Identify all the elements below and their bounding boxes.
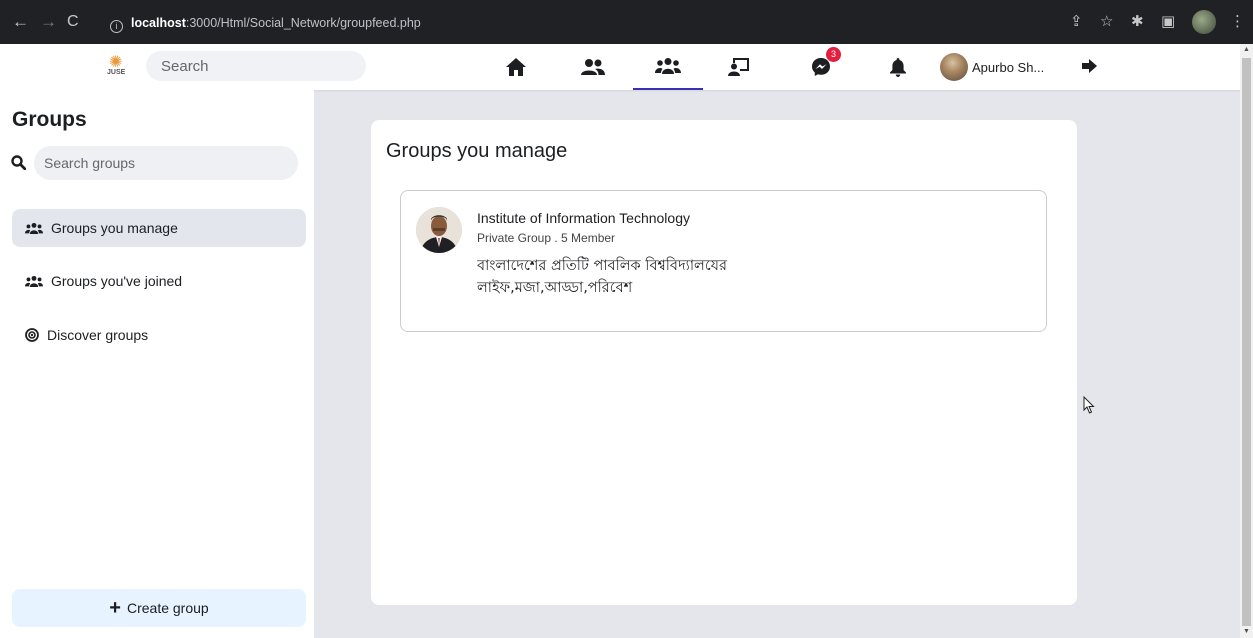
screen-share-icon	[728, 58, 749, 76]
extensions-icon[interactable]: ✱	[1131, 12, 1144, 30]
nav-watch[interactable]	[704, 44, 774, 90]
group-description: বাংলাদেশের প্রতিটি পাবলিক বিশ্ববিদ্যালযে…	[477, 258, 727, 296]
bookmark-star-icon[interactable]: ☆	[1100, 12, 1113, 30]
scrollbar-thumb[interactable]	[1242, 58, 1251, 626]
group-card[interactable]: Institute of Information Technology Priv…	[400, 190, 1047, 332]
create-group-label: Create group	[126, 600, 209, 616]
logo-text: JUSE	[107, 69, 126, 76]
sidebar-item-discover-groups[interactable]: Discover groups	[12, 316, 306, 354]
create-group-button[interactable]: + Create group	[12, 589, 306, 627]
group-meta: Private Group . 5 Member	[477, 231, 616, 245]
logout-icon	[1082, 59, 1097, 73]
page-scrollbar[interactable]: ▲ ▼	[1240, 44, 1253, 638]
url-host: localhost	[131, 16, 186, 30]
search-input[interactable]	[146, 51, 366, 81]
group-avatar	[416, 207, 462, 253]
scroll-up-icon[interactable]: ▲	[1243, 46, 1250, 53]
avatar	[940, 53, 968, 81]
notification-badge: 3	[826, 47, 841, 62]
plus-icon: +	[109, 597, 121, 619]
search-icon	[11, 155, 27, 175]
sidebar-title: Groups	[12, 108, 87, 131]
friends-icon	[581, 59, 605, 75]
sidebar-item-groups-you-manage[interactable]: Groups you manage	[12, 209, 306, 247]
nav-messenger[interactable]: 3	[786, 44, 856, 90]
nav-home[interactable]	[481, 44, 551, 90]
mouse-cursor-icon	[1083, 395, 1095, 419]
back-icon[interactable]: ←	[12, 13, 29, 31]
nav-notifications[interactable]	[863, 44, 933, 90]
address-bar[interactable]: i localhost:3000/Html/Social_Network/grou…	[96, 7, 1066, 39]
nav-groups[interactable]	[633, 44, 703, 90]
bell-icon	[890, 57, 906, 77]
app-topbar: ✺ JUSE 3 Apurbo Sh...	[0, 44, 1240, 90]
users-icon	[25, 222, 43, 234]
profile-name: Apurbo Sh...	[972, 59, 1045, 75]
groups-icon	[655, 58, 681, 74]
users-icon	[25, 275, 43, 287]
info-icon[interactable]: i	[110, 20, 123, 33]
page-title: Groups you manage	[386, 140, 568, 162]
scroll-down-icon[interactable]: ▼	[1243, 628, 1250, 635]
compass-icon	[25, 328, 39, 342]
logout-button[interactable]	[1082, 58, 1098, 79]
sidebar-item-groups-joined[interactable]: Groups you've joined	[12, 262, 306, 300]
app-logo[interactable]: ✺ JUSE	[105, 52, 131, 80]
nav-friends[interactable]	[558, 44, 628, 90]
home-icon	[506, 58, 526, 76]
profile-menu[interactable]: Apurbo Sh...	[940, 52, 1044, 82]
group-name[interactable]: Institute of Information Technology	[477, 210, 690, 226]
share-icon[interactable]: ⇪	[1070, 12, 1083, 30]
search-groups-input[interactable]	[34, 146, 298, 180]
url-path: :3000/Html/Social_Network/groupfeed.php	[185, 16, 421, 30]
reload-icon[interactable]: C	[67, 13, 79, 31]
browser-profile-avatar[interactable]	[1192, 10, 1216, 34]
groups-sidebar: Groups Groups you manage Groups you've j…	[0, 90, 314, 638]
side-panel-icon[interactable]: ▣	[1161, 12, 1175, 30]
browser-toolbar: ← → C i localhost:3000/Html/Social_Networ…	[0, 0, 1253, 44]
sidebar-item-label: Discover groups	[47, 327, 149, 343]
sidebar-item-label: Groups you manage	[51, 220, 178, 236]
sidebar-item-label: Groups you've joined	[51, 273, 183, 289]
browser-menu-icon[interactable]: ⋮	[1230, 12, 1245, 30]
groups-manage-panel: Groups you manage Institute of Informati…	[371, 120, 1077, 605]
forward-icon[interactable]: →	[40, 13, 57, 31]
